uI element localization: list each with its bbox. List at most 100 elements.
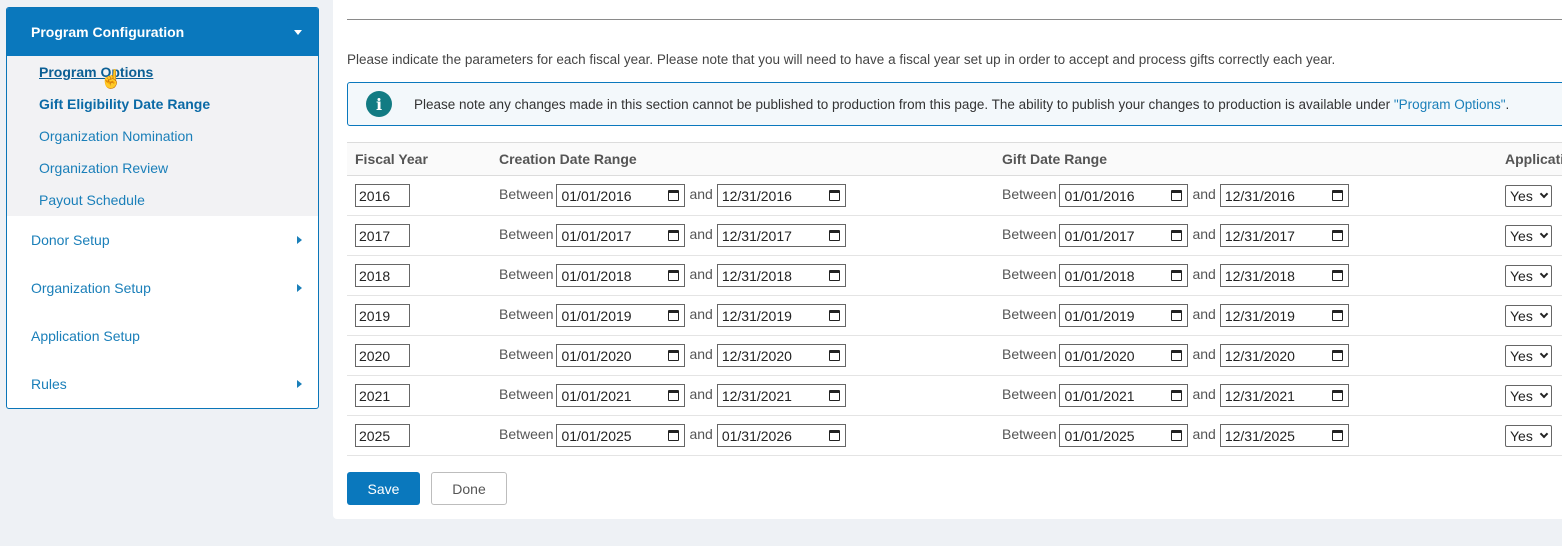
application-select[interactable]: Yes bbox=[1505, 264, 1552, 287]
column-header-gift-date-range: Gift Date Range bbox=[994, 142, 1497, 176]
program-options-link[interactable]: "Program Options" bbox=[1394, 97, 1506, 112]
notice-end: . bbox=[1505, 96, 1510, 112]
application-select-value: Yes bbox=[1510, 427, 1533, 444]
calendar-icon[interactable] bbox=[668, 190, 680, 201]
calendar-icon[interactable] bbox=[828, 390, 840, 401]
creation-to-date-input[interactable]: 12/31/2017 bbox=[716, 224, 846, 247]
calendar-icon[interactable] bbox=[1171, 230, 1183, 241]
creation-from-date-input[interactable]: 01/01/2021 bbox=[556, 384, 686, 407]
gift-from-date-input[interactable]: 01/01/2018 bbox=[1059, 264, 1189, 287]
creation-date-range-cell: Between 01/01/2018 and 12/31/2018 bbox=[491, 255, 994, 296]
creation-to-date-input[interactable]: 01/31/2026 bbox=[716, 424, 846, 447]
creation-to-date-input[interactable]: 12/31/2020 bbox=[716, 344, 846, 367]
date-value: 01/01/2019 bbox=[1064, 307, 1135, 324]
calendar-icon[interactable] bbox=[668, 270, 680, 281]
notice-text: Please note any changes made in this sec… bbox=[414, 97, 1509, 112]
calendar-icon[interactable] bbox=[1171, 430, 1183, 441]
between-label: Between bbox=[499, 306, 554, 323]
calendar-icon[interactable] bbox=[1171, 190, 1183, 201]
creation-from-date-input[interactable]: 01/01/2019 bbox=[556, 304, 686, 327]
notice-message: Please note any changes made in this sec… bbox=[414, 96, 1391, 112]
gift-from-date-input[interactable]: 01/01/2020 bbox=[1059, 344, 1189, 367]
calendar-icon[interactable] bbox=[1331, 190, 1343, 201]
calendar-icon[interactable] bbox=[828, 310, 840, 321]
save-button[interactable]: Save bbox=[347, 472, 420, 505]
sidebar-item-rules[interactable]: Rules bbox=[7, 360, 318, 408]
application-select[interactable]: Yes bbox=[1505, 224, 1552, 247]
application-select[interactable]: Yes bbox=[1505, 304, 1552, 327]
gift-from-date-input[interactable]: 01/01/2016 bbox=[1059, 184, 1189, 207]
calendar-icon[interactable] bbox=[668, 310, 680, 321]
sidebar-item-donor-setup[interactable]: Donor Setup bbox=[7, 216, 318, 264]
gift-date-range-cell: Between 01/01/2017 and 12/31/2017 bbox=[994, 215, 1497, 256]
gift-to-date-input[interactable]: 12/31/2019 bbox=[1219, 304, 1349, 327]
gift-to-date-input[interactable]: 12/31/2025 bbox=[1219, 424, 1349, 447]
chevron-down-icon bbox=[1539, 429, 1549, 439]
creation-from-date-input[interactable]: 01/01/2016 bbox=[556, 184, 686, 207]
and-label: and bbox=[689, 186, 713, 203]
sidebar-item-program-options[interactable]: Program Options bbox=[7, 60, 318, 92]
fiscal-year-input[interactable] bbox=[355, 384, 410, 407]
fiscal-year-input[interactable] bbox=[355, 424, 410, 447]
sidebar-item-application-setup[interactable]: Application Setup bbox=[7, 312, 318, 360]
calendar-icon[interactable] bbox=[1171, 350, 1183, 361]
gift-to-date-input[interactable]: 12/31/2017 bbox=[1219, 224, 1349, 247]
gift-from-date-input[interactable]: 01/01/2019 bbox=[1059, 304, 1189, 327]
creation-from-date-input[interactable]: 01/01/2020 bbox=[556, 344, 686, 367]
gift-from-date-input[interactable]: 01/01/2025 bbox=[1059, 424, 1189, 447]
calendar-icon[interactable] bbox=[1331, 310, 1343, 321]
calendar-icon[interactable] bbox=[668, 230, 680, 241]
between-label: Between bbox=[499, 386, 554, 403]
calendar-icon[interactable] bbox=[668, 350, 680, 361]
gift-to-date-input[interactable]: 12/31/2020 bbox=[1219, 344, 1349, 367]
application-select[interactable]: Yes bbox=[1505, 424, 1552, 447]
creation-to-date-input[interactable]: 12/31/2018 bbox=[716, 264, 846, 287]
sidebar-item-gift-eligibility[interactable]: Gift Eligibility Date Range bbox=[7, 92, 318, 124]
calendar-icon[interactable] bbox=[1331, 350, 1343, 361]
sidebar-item-organization-review[interactable]: Organization Review bbox=[7, 156, 318, 188]
calendar-icon[interactable] bbox=[1171, 390, 1183, 401]
calendar-icon[interactable] bbox=[1171, 270, 1183, 281]
gift-to-date-input[interactable]: 12/31/2018 bbox=[1219, 264, 1349, 287]
between-label: Between bbox=[499, 346, 554, 363]
gift-from-date-input[interactable]: 01/01/2021 bbox=[1059, 384, 1189, 407]
calendar-icon[interactable] bbox=[1331, 430, 1343, 441]
calendar-icon[interactable] bbox=[828, 350, 840, 361]
gift-from-date-input[interactable]: 01/01/2017 bbox=[1059, 224, 1189, 247]
calendar-icon[interactable] bbox=[1331, 230, 1343, 241]
creation-from-date-input[interactable]: 01/01/2018 bbox=[556, 264, 686, 287]
application-select[interactable]: Yes bbox=[1505, 384, 1552, 407]
fiscal-year-input[interactable] bbox=[355, 224, 410, 247]
table-header-row: Fiscal Year Creation Date Range Gift Dat… bbox=[347, 142, 1562, 176]
sidebar-section-program-configuration[interactable]: Program Configuration bbox=[7, 8, 318, 56]
calendar-icon[interactable] bbox=[828, 430, 840, 441]
calendar-icon[interactable] bbox=[1331, 390, 1343, 401]
sidebar-item-organization-setup[interactable]: Organization Setup bbox=[7, 264, 318, 312]
sidebar-item-organization-nomination[interactable]: Organization Nomination bbox=[7, 124, 318, 156]
calendar-icon[interactable] bbox=[828, 190, 840, 201]
fiscal-year-input[interactable] bbox=[355, 264, 410, 287]
creation-from-date-input[interactable]: 01/01/2025 bbox=[556, 424, 686, 447]
calendar-icon[interactable] bbox=[668, 430, 680, 441]
chevron-down-icon bbox=[1539, 309, 1549, 319]
and-label: and bbox=[689, 226, 713, 243]
creation-from-date-input[interactable]: 01/01/2017 bbox=[556, 224, 686, 247]
creation-to-date-input[interactable]: 12/31/2016 bbox=[716, 184, 846, 207]
fiscal-year-input[interactable] bbox=[355, 184, 410, 207]
done-button[interactable]: Done bbox=[431, 472, 507, 505]
date-value: 01/01/2019 bbox=[561, 307, 632, 324]
fiscal-year-input[interactable] bbox=[355, 304, 410, 327]
application-select[interactable]: Yes bbox=[1505, 344, 1552, 367]
calendar-icon[interactable] bbox=[828, 270, 840, 281]
calendar-icon[interactable] bbox=[1171, 310, 1183, 321]
calendar-icon[interactable] bbox=[828, 230, 840, 241]
fiscal-year-input[interactable] bbox=[355, 344, 410, 367]
calendar-icon[interactable] bbox=[668, 390, 680, 401]
application-select[interactable]: Yes bbox=[1505, 184, 1552, 207]
calendar-icon[interactable] bbox=[1331, 270, 1343, 281]
creation-to-date-input[interactable]: 12/31/2021 bbox=[716, 384, 846, 407]
gift-to-date-input[interactable]: 12/31/2016 bbox=[1219, 184, 1349, 207]
gift-to-date-input[interactable]: 12/31/2021 bbox=[1219, 384, 1349, 407]
gift-date-range-cell: Between 01/01/2018 and 12/31/2018 bbox=[994, 255, 1497, 296]
creation-to-date-input[interactable]: 12/31/2019 bbox=[716, 304, 846, 327]
